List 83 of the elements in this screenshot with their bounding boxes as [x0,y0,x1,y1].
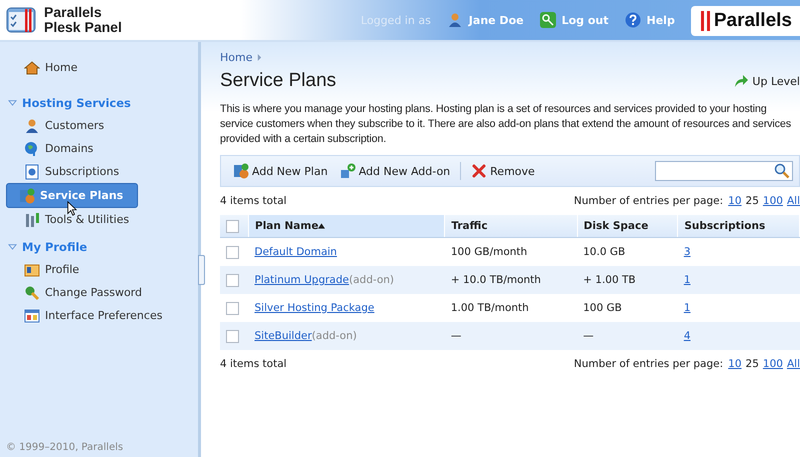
document-icon [24,164,40,180]
up-level-link[interactable]: Up Level [733,73,800,89]
select-all-checkbox[interactable] [226,220,239,232]
subscriptions-link[interactable]: 4 [684,330,691,342]
row-checkbox[interactable] [226,246,239,258]
table-cell: + 1.00 TB [577,266,678,294]
house-icon [24,60,40,76]
search-field[interactable] [655,161,793,181]
entries-per-page-label: Number of entries per page: [574,358,724,370]
person-icon [24,118,40,134]
column-header[interactable]: Disk Space [577,215,678,238]
logged-in-label: Logged in as [360,14,431,26]
plan-link[interactable]: Platinum Upgrade [254,274,349,286]
subscriptions-link[interactable]: 1 [684,274,691,286]
search-icon [774,163,790,179]
product-name: Parallels Plesk Panel [44,5,122,35]
nav-item[interactable]: Interface Preferences [6,304,168,327]
nav-item[interactable]: Domains [6,137,100,160]
person-icon [446,12,463,28]
row-checkbox[interactable] [226,302,239,314]
checklist-logo-icon [6,7,36,33]
entries-per-page-label: Number of entries per page: [574,195,724,207]
row-checkbox[interactable] [226,274,239,286]
page-size-link[interactable]: 10 [728,195,742,207]
plan-link[interactable]: SiteBuilder [254,330,312,342]
plan-icon [233,163,249,179]
page-size-link[interactable]: 100 [762,195,783,207]
tools-icon [24,212,40,228]
table-cell: — [577,322,678,350]
toolbar-button[interactable]: Add New Plan [231,161,330,181]
sort-up-icon [318,223,326,229]
section-toggle[interactable]: My Profile [0,235,198,258]
add-on-icon [340,163,356,179]
items-total: 4 items total [220,358,287,370]
column-header[interactable]: Traffic [444,215,578,238]
table-cell: 100 GB/month [444,238,578,266]
table-cell: + 10.0 TB/month [444,266,578,294]
subscriptions-link[interactable]: 1 [684,302,691,314]
description-text: This is where you manage your hosting plans. Hosting plan is a set of resources and services provided to your hosting service customers when they subscribe to it. There are also add-on plans that extend the amount of resources and services provided with a certain subscription. [220,102,792,147]
mouse-cursor-icon [67,201,77,216]
chevron-down-icon [8,242,17,251]
nav-item[interactable]: Tools & Utilities [6,208,136,231]
add-on-tag: (add-on) [349,274,394,286]
section-toggle[interactable]: Hosting Services [0,91,198,114]
page-title: Service Plans [220,70,336,92]
nav-item[interactable]: Customers [6,114,110,137]
page-size-current: 25 [746,195,759,207]
globe-icon [24,140,40,156]
caret-right-icon [257,54,262,61]
plan-link[interactable]: Default Domain [254,246,337,258]
nav-item[interactable]: Subscriptions [6,160,126,183]
table-cell: — [444,322,578,350]
copyright-text: © 1999–2010, Parallels [5,441,124,455]
row-checkbox[interactable] [226,330,239,342]
breadcrumb-link[interactable]: Home [220,51,252,64]
plan-link[interactable]: Silver Hosting Package [254,302,374,314]
table-cell: 10.0 GB [577,238,678,266]
page-size-link[interactable]: 10 [728,358,742,370]
subscriptions-link[interactable]: 3 [684,246,691,258]
toolbar-button[interactable]: Add New Add-on [338,161,452,181]
cross-icon [471,163,488,179]
add-on-tag: (add-on) [312,330,357,342]
nav-item[interactable]: Change Password [6,281,148,304]
help-icon [624,12,641,28]
collapse-handle[interactable] [198,255,205,285]
table-cell: 100 GB [577,294,678,322]
table-cell: 1.00 TB/month [444,294,578,322]
brand-logo: Parallels [690,6,800,36]
chevron-down-icon [8,98,17,107]
column-header[interactable]: Plan Name [248,215,445,238]
curved-arrow-icon [733,73,750,89]
toolbar-button[interactable]: Remove [469,161,537,181]
nav-item[interactable]: Home [6,56,84,79]
items-total: 4 items total [220,195,287,207]
plan-icon [19,188,35,204]
window-icon [24,308,40,324]
page-size-link[interactable]: All [786,358,800,370]
nav-item[interactable]: Profile [6,258,86,281]
page-size-link[interactable]: 100 [762,358,783,370]
page-size-link[interactable]: All [786,195,800,207]
page-size-current: 25 [746,358,759,370]
id-card-icon [24,262,40,278]
column-header[interactable]: Subscriptions [678,215,800,238]
